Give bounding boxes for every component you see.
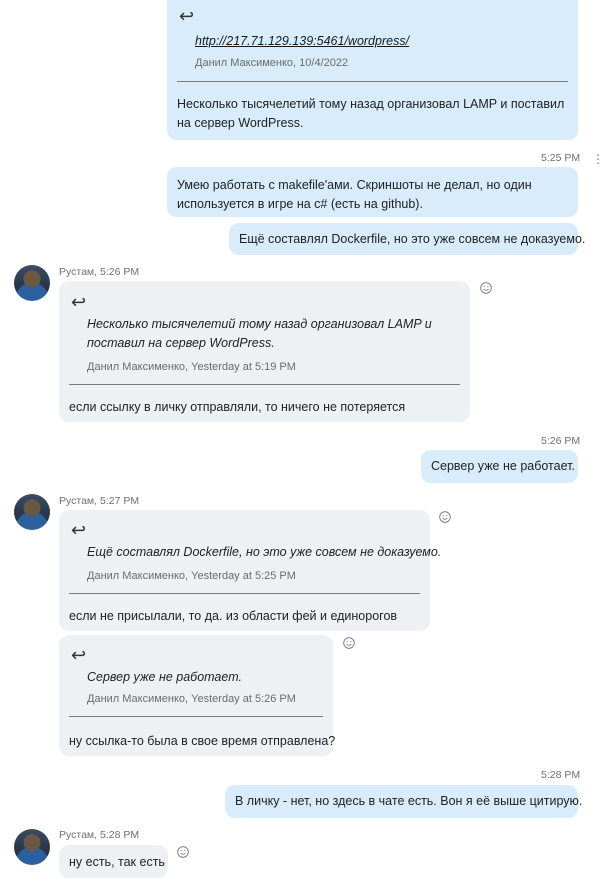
more-options-icon[interactable]: ⋮ <box>592 152 604 166</box>
reply-arrow-icon: ↩ <box>71 292 87 312</box>
quote-divider <box>69 593 420 594</box>
reply-arrow-icon: ↩ <box>179 6 195 26</box>
message-text: если ссылку в личку отправляли, то ничег… <box>69 400 406 414</box>
smiley-reaction-icon[interactable] <box>177 846 189 858</box>
quote-author-date: Данил Максименко, 10/4/2022 <box>195 57 349 69</box>
message-text: Ещё составлял Dockerfile, но это уже сов… <box>239 232 586 246</box>
quoted-link[interactable]: http://217.71.129.139:5461/wordpress/ <box>195 34 409 48</box>
incoming-message[interactable]: ↩ Сервер уже не работает. Данил Максимен… <box>59 635 336 756</box>
quote-author-date: Данил Максименко, Yesterday at 5:25 PM <box>87 570 296 582</box>
reply-arrow-icon: ↩ <box>71 645 87 665</box>
sender-name-time: Рустам, 5:28 PM <box>59 829 140 841</box>
outgoing-message[interactable]: В личку - нет, но здесь в чате есть. Вон… <box>225 785 582 818</box>
outgoing-message[interactable]: ↩ http://217.71.129.139:5461/wordpress/ … <box>167 0 578 140</box>
message-text: Умею работать с makefile'ами. Скриншоты … <box>177 178 532 211</box>
incoming-message[interactable]: ↩ Ещё составлял Dockerfile, но это уже с… <box>59 510 441 631</box>
quoted-text: Несколько тысячелетий тому назад организ… <box>87 317 432 350</box>
smiley-reaction-icon[interactable] <box>343 637 355 649</box>
avatar[interactable] <box>14 494 50 530</box>
message-text: если не присылали, то да. из области фей… <box>69 609 398 623</box>
incoming-message[interactable]: ↩ Несколько тысячелетий тому назад орган… <box>59 281 470 422</box>
smiley-reaction-icon[interactable] <box>439 511 451 523</box>
incoming-message[interactable]: ну есть, так есть <box>59 845 168 878</box>
quote-divider <box>177 81 568 82</box>
quote-divider <box>69 384 460 385</box>
message-text: ну ссылка-то была в свое время отправлен… <box>69 734 336 748</box>
sender-name-time: Рустам, 5:27 PM <box>59 495 140 507</box>
timestamp: 5:25 PM <box>541 152 581 164</box>
message-text: Несколько тысячелетий тому назад организ… <box>177 97 565 130</box>
message-text: ну есть, так есть <box>69 855 165 869</box>
quote-divider <box>69 716 323 717</box>
outgoing-message[interactable]: Ещё составлял Dockerfile, но это уже сов… <box>229 223 585 255</box>
chat-conversation: ↩ http://217.71.129.139:5461/wordpress/ … <box>0 0 605 887</box>
avatar[interactable] <box>14 265 50 301</box>
outgoing-message[interactable]: Сервер уже не работает. <box>421 450 578 483</box>
message-text: В личку - нет, но здесь в чате есть. Вон… <box>235 794 583 808</box>
quoted-text: Ещё составлял Dockerfile, но это уже сов… <box>87 545 442 559</box>
reply-arrow-icon: ↩ <box>71 520 87 540</box>
avatar[interactable] <box>14 829 50 865</box>
timestamp: 5:28 PM <box>541 769 581 781</box>
quote-author-date: Данил Максименко, Yesterday at 5:19 PM <box>87 361 296 373</box>
quote-author-date: Данил Максименко, Yesterday at 5:26 PM <box>87 693 296 705</box>
message-text: Сервер уже не работает. <box>431 459 575 473</box>
smiley-reaction-icon[interactable] <box>480 282 492 294</box>
quoted-text: Сервер уже не работает. <box>87 670 242 684</box>
timestamp: 5:26 PM <box>541 435 581 447</box>
sender-name-time: Рустам, 5:26 PM <box>59 266 140 278</box>
outgoing-message[interactable]: Умею работать с makefile'ами. Скриншоты … <box>167 167 578 217</box>
